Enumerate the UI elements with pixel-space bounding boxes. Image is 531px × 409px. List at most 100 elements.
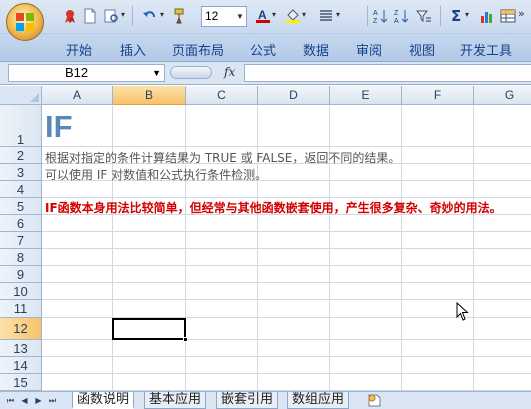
svg-text:A: A [394,18,399,24]
active-cell-b12[interactable] [112,318,188,342]
filter-icon[interactable] [416,8,432,24]
column-header-f[interactable]: F [402,86,474,105]
tab-data[interactable]: 数据 [303,40,329,59]
autosum-icon[interactable]: Σ [451,7,461,25]
fill-handle[interactable] [183,337,188,342]
gridline [42,248,531,249]
gridline [42,373,531,374]
chevron-down-icon[interactable]: ▼ [234,7,246,26]
row-header-6[interactable]: 6 [0,215,42,232]
gridline [473,105,474,391]
new-document-icon[interactable] [82,8,98,24]
column-header-e[interactable]: E [330,86,402,105]
print-preview-dropdown-icon[interactable]: ▾ [121,10,125,19]
chevron-down-icon[interactable]: ▼ [152,65,161,81]
row-header-10[interactable]: 10 [0,283,42,300]
column-header-c[interactable]: C [186,86,258,105]
row-header-12[interactable]: 12 [0,318,42,340]
cell-a2[interactable]: 根据对指定的条件计算结果为 TRUE 或 FALSE，返回不同的结果。 [45,149,400,166]
toolbar-separator [132,6,133,26]
font-size-select[interactable]: 12 ▼ [201,6,247,27]
row-header-9[interactable]: 9 [0,266,42,283]
row-header-2[interactable]: 2 [0,147,42,164]
tab-insert[interactable]: 插入 [120,40,146,59]
gridline [401,105,402,391]
gridline [42,282,531,283]
sort-descending-icon[interactable]: ZA [394,8,410,24]
svg-text:A: A [258,8,267,22]
gridline [42,146,531,147]
first-sheet-icon[interactable]: ⏮ [5,395,16,406]
column-header-g[interactable]: G [474,86,531,105]
name-box[interactable]: B12 ▼ [8,64,165,82]
cell-a3[interactable]: 可以使用 IF 对数值和公式执行条件检测。 [45,166,267,183]
name-box-value: B12 [65,65,89,80]
previous-sheet-icon[interactable]: ◀ [19,395,30,406]
last-sheet-icon[interactable]: ⏭ [47,395,58,406]
tab-developer[interactable]: 开发工具 [460,40,512,59]
row-header-7[interactable]: 7 [0,232,42,249]
font-color-dropdown-icon[interactable]: ▾ [272,10,276,19]
tab-review[interactable]: 审阅 [356,40,382,59]
toolbar-separator [440,6,441,26]
format-painter-icon[interactable] [172,8,188,24]
font-color-icon[interactable]: A [255,8,271,24]
tab-formulas[interactable]: 公式 [250,40,276,59]
gridline [112,105,113,391]
worksheet-grid[interactable]: A B C D E F G 1 2 3 4 5 6 7 8 9 10 11 12… [0,86,531,391]
undo-dropdown-icon[interactable]: ▾ [160,10,164,19]
mouse-pointer-icon [456,302,469,321]
column-header-a[interactable]: A [42,86,113,105]
undo-icon[interactable] [142,8,158,24]
column-header-b[interactable]: B [113,86,186,105]
chart-icon[interactable] [479,8,495,24]
row-header-11[interactable]: 11 [0,300,42,318]
row-header-5[interactable]: 5 [0,198,42,215]
row-header-1[interactable]: 1 [0,105,42,147]
gridline [42,265,531,266]
more-commands-icon[interactable]: » [518,7,525,20]
svg-text:A: A [373,10,378,17]
svg-text:Z: Z [394,10,399,17]
sheet-tab-function-description[interactable]: 函数说明 [72,392,135,409]
align-dropdown-icon[interactable]: ▾ [336,10,340,19]
row-header-13[interactable]: 13 [0,340,42,357]
formula-input[interactable] [244,64,531,82]
fill-color-dropdown-icon[interactable]: ▾ [302,10,306,19]
tab-view[interactable]: 视图 [409,40,435,59]
next-sheet-icon[interactable]: ▶ [33,395,44,406]
ribbon-badge-icon[interactable] [62,8,78,24]
quick-access-toolbar: ▾ ▾ 12 ▼ A ▾ ▾ ▾ AZ ZA Σ ▾ » [0,0,531,41]
toolbar-separator [367,6,368,26]
row-header-15[interactable]: 15 [0,374,42,391]
insert-function-icon[interactable]: fx [224,65,235,79]
row-header-3[interactable]: 3 [0,164,42,181]
sort-ascending-icon[interactable]: AZ [373,8,389,24]
gridline [42,356,531,357]
formula-bar: B12 ▼ fx [0,62,531,85]
table-icon[interactable] [500,8,516,24]
cell-a5[interactable]: IF函数本身用法比较简单，但经常与其他函数嵌套使用，产生很多复杂、奇妙的用法。 [45,199,502,216]
gridline [257,105,258,391]
print-preview-icon[interactable] [103,8,119,24]
sheet-tab-basic-usage[interactable]: 基本应用 [144,392,207,409]
row-header-8[interactable]: 8 [0,249,42,266]
row-header-14[interactable]: 14 [0,357,42,374]
insert-sheet-icon[interactable] [366,393,384,408]
tab-home[interactable]: 开始 [66,40,92,59]
tab-page-layout[interactable]: 页面布局 [172,40,224,59]
sheet-tab-nested-reference[interactable]: 嵌套引用 [216,392,279,409]
align-icon[interactable] [318,8,334,24]
cell-a1-title[interactable]: IF [45,108,73,146]
gridline [42,231,531,232]
autosum-dropdown-icon[interactable]: ▾ [465,10,469,19]
sheet-tab-array-usage[interactable]: 数组应用 [287,392,350,409]
ribbon-tab-bar: 开始 插入 页面布局 公式 数据 审阅 视图 开发工具 [0,34,531,62]
select-all-button[interactable] [0,86,42,105]
row-header-4[interactable]: 4 [0,181,42,198]
gridline [42,197,531,198]
office-button[interactable] [6,3,44,41]
fill-color-icon[interactable] [285,8,301,24]
column-header-d[interactable]: D [258,86,330,105]
formula-bar-splitter[interactable] [170,66,212,79]
